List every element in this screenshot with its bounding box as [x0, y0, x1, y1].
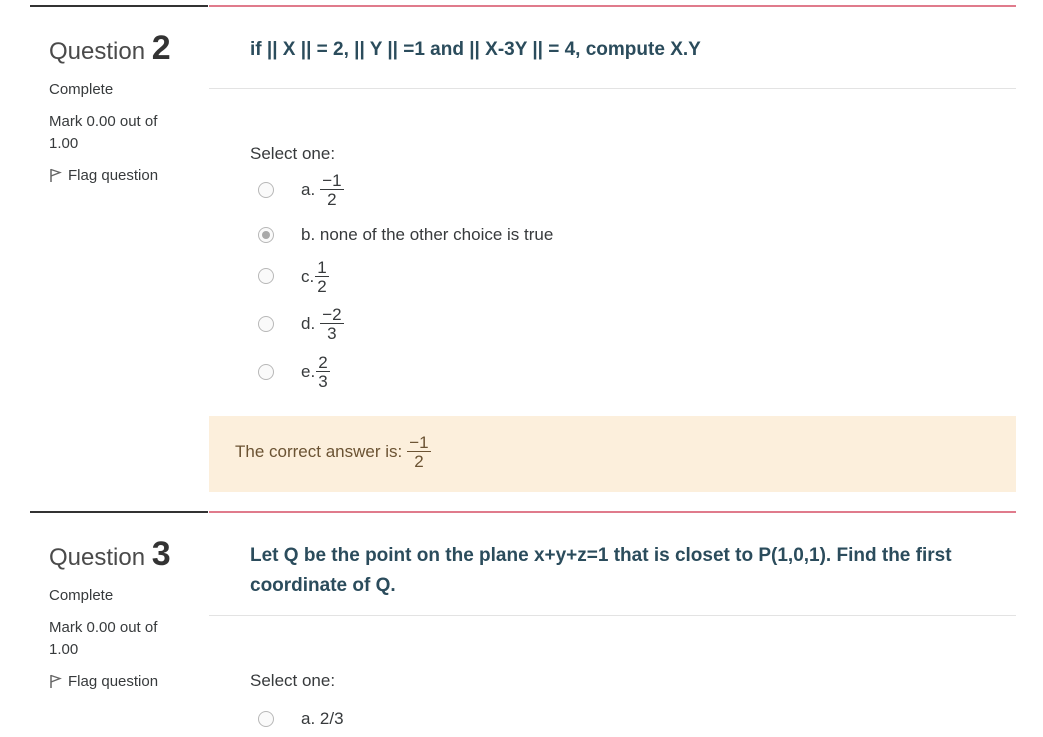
flag-icon: [49, 674, 62, 689]
fraction: −2 3: [320, 305, 344, 343]
fraction: −1 2: [320, 171, 344, 209]
question-text: Let Q be the point on the plane x+y+z=1 …: [250, 545, 952, 596]
fraction: −1 2: [407, 433, 431, 471]
fraction-denominator: 2: [414, 452, 424, 471]
question-label: Question: [49, 38, 146, 65]
question-state: Complete: [49, 81, 114, 98]
option-letter: a.: [301, 180, 316, 199]
answer-option-a[interactable]: a. −1 2: [209, 171, 1016, 208]
option-letter: c.: [301, 267, 315, 286]
flag-question-label: Flag question: [68, 167, 159, 184]
question-info: Question 2 Complete Mark 0.00 out of 1.0…: [30, 5, 208, 500]
question-label: Question: [49, 544, 146, 571]
fraction-denominator: 2: [327, 190, 337, 209]
option-letter: e.: [301, 362, 316, 381]
answer-option-c[interactable]: c. 1 2: [209, 258, 1016, 295]
option-label[interactable]: a. 2/3: [301, 709, 344, 729]
select-one-prompt: Select one:: [250, 144, 336, 163]
correct-answer: The correct answer is: −1 2: [235, 434, 431, 470]
question-3: Question 3 Complete Mark 0.00 out of 1.0…: [0, 506, 1043, 730]
question-text: if || X || = 2, || Y || =1 and || X-3Y |…: [250, 39, 701, 60]
divider: [209, 88, 1016, 89]
fraction-numerator: 1: [315, 258, 329, 277]
question-grade: Mark 0.00 out of 1.00: [49, 619, 158, 658]
question-info: Question 3 Complete Mark 0.00 out of 1.0…: [30, 511, 208, 730]
question-number: Question 3: [49, 535, 171, 574]
question-2: Question 2 Complete Mark 0.00 out of 1.0…: [0, 0, 1043, 500]
option-label[interactable]: b. none of the other choice is true: [301, 225, 553, 245]
question-number-value: 3: [151, 535, 171, 573]
option-label[interactable]: a. −1 2: [301, 172, 344, 208]
question-content: Let Q be the point on the plane x+y+z=1 …: [209, 511, 1016, 730]
question-number-value: 2: [151, 29, 171, 67]
feedback-box: The correct answer is: −1 2: [209, 416, 1016, 492]
divider: [209, 615, 1016, 616]
question-number: Question 2: [49, 29, 171, 68]
option-label[interactable]: e. 2 3: [301, 354, 330, 390]
radio-button[interactable]: [258, 711, 274, 727]
fraction-numerator: −2: [320, 305, 344, 324]
radio-button-selected[interactable]: [258, 227, 274, 243]
answer-option-a[interactable]: a. 2/3: [209, 701, 1016, 737]
answer-option-e[interactable]: e. 2 3: [209, 353, 1016, 390]
fraction-denominator: 2: [317, 277, 327, 296]
radio-button[interactable]: [258, 268, 274, 284]
answer-option-d[interactable]: d. −2 3: [209, 305, 1016, 342]
fraction-denominator: 3: [327, 324, 337, 343]
radio-button[interactable]: [258, 316, 274, 332]
question-content: if || X || = 2, || Y || =1 and || X-3Y |…: [209, 5, 1016, 500]
fraction-numerator: −1: [407, 433, 431, 452]
option-label[interactable]: d. −2 3: [301, 306, 344, 342]
flag-icon: [49, 168, 62, 183]
radio-button[interactable]: [258, 182, 274, 198]
option-letter: d.: [301, 314, 316, 333]
radio-button[interactable]: [258, 364, 274, 380]
question-grade: Mark 0.00 out of 1.00: [49, 113, 158, 152]
correct-answer-label: The correct answer is:: [235, 442, 403, 461]
fraction-numerator: −1: [320, 171, 344, 190]
fraction: 2 3: [316, 353, 330, 391]
option-label[interactable]: c. 1 2: [301, 259, 329, 295]
flag-question-link[interactable]: Flag question: [49, 167, 158, 184]
fraction: 1 2: [315, 258, 329, 296]
fraction-denominator: 3: [318, 372, 328, 391]
fraction-numerator: 2: [316, 353, 330, 372]
select-one-prompt: Select one:: [250, 671, 336, 690]
flag-question-link[interactable]: Flag question: [49, 673, 158, 690]
flag-question-label: Flag question: [68, 673, 159, 690]
question-state: Complete: [49, 587, 114, 604]
answer-option-b[interactable]: b. none of the other choice is true: [209, 219, 1016, 255]
